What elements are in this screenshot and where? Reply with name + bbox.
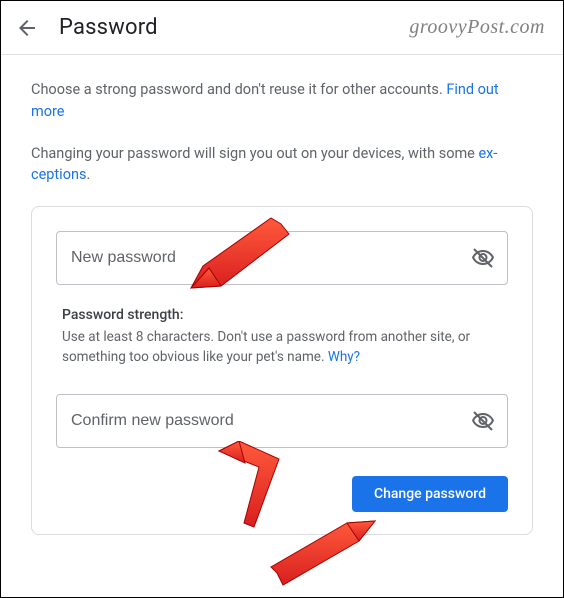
find-out-more-link-2[interactable]: more	[31, 103, 64, 120]
intro-line2: Changing your password will sign you out…	[31, 143, 533, 187]
password-strength-block: Password strength: Use at least 8 charac…	[56, 307, 508, 368]
intro-line1: Choose a strong password and don't reuse…	[31, 79, 533, 123]
page-title: Password	[59, 15, 158, 40]
exceptions-link-1[interactable]: ex-	[478, 145, 497, 162]
content-area: Choose a strong password and don't reuse…	[1, 55, 563, 559]
confirm-password-input[interactable]	[71, 412, 471, 430]
intro-line1-text: Choose a strong password and don't reuse…	[31, 81, 446, 98]
toggle-visibility-icon[interactable]	[471, 409, 495, 433]
change-password-button[interactable]: Change password	[352, 476, 508, 512]
strength-title: Password strength:	[62, 307, 502, 323]
action-row: Change password	[56, 476, 508, 512]
confirm-password-field[interactable]	[56, 394, 508, 448]
why-link[interactable]: Why?	[328, 349, 360, 365]
password-card: Password strength: Use at least 8 charac…	[31, 206, 533, 535]
watermark-text: groovyPost.com	[409, 16, 545, 39]
back-arrow-icon[interactable]	[15, 16, 39, 40]
toggle-visibility-icon[interactable]	[471, 246, 495, 270]
strength-text: Use at least 8 characters. Don't use a p…	[62, 327, 502, 368]
strength-desc: Use at least 8 characters. Don't use a p…	[62, 329, 470, 365]
intro-line2-suffix: .	[86, 166, 90, 183]
header-left: Password	[15, 15, 158, 40]
new-password-field[interactable]	[56, 231, 508, 285]
new-password-input[interactable]	[71, 249, 471, 267]
header-bar: Password groovyPost.com	[1, 1, 563, 55]
find-out-more-link-1[interactable]: Find out	[446, 81, 498, 98]
exceptions-link-2[interactable]: ceptions	[31, 166, 86, 183]
intro-line2-text: Changing your password will sign you out…	[31, 145, 478, 162]
